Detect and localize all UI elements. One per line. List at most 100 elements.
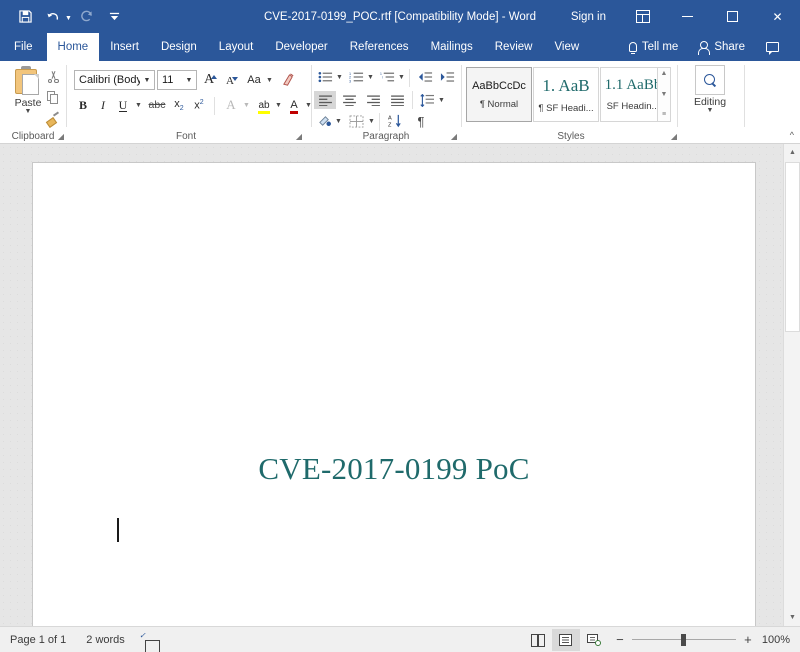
scroll-up-button[interactable]: ▲ (784, 144, 800, 161)
ribbon-display-options-icon[interactable] (620, 0, 665, 33)
paragraph-dialog-launcher[interactable]: ◢ (451, 132, 457, 141)
highlight-button[interactable]: ab (254, 96, 274, 114)
clear-formatting-button[interactable] (278, 70, 298, 90)
tab-layout[interactable]: Layout (208, 33, 265, 61)
tab-references[interactable]: References (339, 33, 420, 61)
view-print-layout-button[interactable] (551, 628, 580, 651)
multilevel-dropdown-icon[interactable]: ▼ (398, 74, 405, 81)
decrease-indent-button[interactable] (416, 69, 434, 85)
save-icon[interactable] (12, 5, 38, 29)
document-canvas[interactable]: CVE-2017-0199 PoC (0, 144, 800, 626)
borders-button[interactable] (347, 113, 365, 129)
tab-mailings[interactable]: Mailings (420, 33, 484, 61)
zoom-slider[interactable] (631, 633, 736, 646)
editing-button[interactable]: Editing ▼ (686, 65, 734, 127)
style-item-heading1[interactable]: 1. AaB ¶ SF Headi... (533, 67, 599, 122)
numbering-button[interactable]: 123 (347, 69, 365, 85)
format-painter-button[interactable] (42, 109, 64, 128)
close-button[interactable]: ✕ (755, 0, 800, 33)
styles-dialog-launcher[interactable]: ◢ (671, 132, 677, 141)
tab-design[interactable]: Design (150, 33, 208, 61)
shading-button[interactable] (315, 113, 333, 129)
scroll-down-button[interactable]: ▼ (784, 609, 800, 626)
borders-dropdown-icon[interactable]: ▼ (368, 118, 375, 125)
font-name-dropdown-icon[interactable]: ▼ (140, 77, 154, 84)
change-case-dropdown-icon[interactable]: ▼ (266, 77, 273, 84)
document-page[interactable]: CVE-2017-0199 PoC (33, 163, 755, 626)
styles-more-icon[interactable]: ≡ (662, 111, 666, 119)
styles-scroll-up-icon[interactable]: ▲ (661, 70, 668, 78)
shading-dropdown-icon[interactable]: ▼ (335, 118, 342, 125)
paste-dropdown-icon[interactable]: ▼ (25, 108, 32, 115)
font-size-input[interactable]: 11 ▼ (157, 70, 197, 90)
styles-gallery-scroll[interactable]: ▲ ▼ ≡ (657, 67, 671, 122)
multilevel-list-button[interactable]: 1i (378, 69, 396, 85)
undo-dropdown-icon[interactable]: ▼ (65, 11, 72, 22)
zoom-slider-thumb[interactable] (680, 633, 686, 646)
share-button[interactable]: Share (688, 41, 755, 55)
editing-dropdown-icon[interactable]: ▼ (707, 107, 714, 114)
font-size-dropdown-icon[interactable]: ▼ (182, 77, 196, 84)
show-formatting-marks-button[interactable]: ¶ (412, 113, 430, 129)
tab-file[interactable]: File (0, 33, 47, 61)
font-dialog-launcher[interactable]: ◢ (296, 132, 302, 141)
tab-home[interactable]: Home (46, 33, 100, 61)
collapse-ribbon-button[interactable]: ^ (790, 130, 794, 140)
vertical-scrollbar[interactable]: ▲ ▼ (783, 144, 800, 626)
borders-icon (349, 114, 363, 128)
word-count[interactable]: 2 words (76, 634, 135, 646)
bullets-button[interactable] (316, 69, 334, 85)
change-case-button[interactable]: Aa (243, 71, 265, 89)
align-left-button[interactable] (314, 91, 336, 109)
increase-indent-button[interactable] (438, 69, 456, 85)
font-color-button[interactable]: A (285, 96, 303, 114)
underline-button[interactable]: U (114, 96, 132, 114)
cut-button[interactable] (42, 67, 64, 86)
sign-in-button[interactable]: Sign in (571, 11, 620, 23)
view-web-layout-button[interactable] (580, 629, 608, 651)
styles-scroll-down-icon[interactable]: ▼ (661, 91, 668, 99)
view-read-mode-button[interactable] (524, 629, 552, 651)
bullets-dropdown-icon[interactable]: ▼ (336, 74, 343, 81)
tab-review[interactable]: Review (484, 33, 544, 61)
undo-icon[interactable] (40, 5, 66, 29)
bold-button[interactable]: B (74, 96, 92, 114)
grow-font-button[interactable]: A (200, 71, 218, 89)
group-label-clipboard: Clipboard (11, 131, 55, 142)
line-spacing-dropdown-icon[interactable]: ▼ (438, 97, 445, 104)
justify-button[interactable] (386, 91, 408, 109)
svg-text:Z: Z (388, 123, 392, 128)
customize-qat-icon[interactable] (102, 5, 128, 29)
ribbon: Paste ▼ Clipboard ◢ Font ◢ Calibri (Body… (0, 61, 800, 144)
page-indicator[interactable]: Page 1 of 1 (0, 634, 76, 646)
italic-button[interactable]: I (94, 96, 112, 114)
scrollbar-thumb[interactable] (785, 162, 800, 332)
align-right-button[interactable] (362, 91, 384, 109)
font-name-input[interactable]: Calibri (Body) ▼ (74, 70, 155, 90)
minimize-button[interactable] (665, 0, 710, 33)
clipboard-dialog-launcher[interactable]: ◢ (58, 132, 64, 141)
shrink-font-button[interactable]: A (221, 72, 239, 90)
divider-paragraph-inner-2 (412, 91, 413, 109)
copy-button[interactable] (42, 88, 64, 107)
comments-button[interactable] (755, 31, 800, 64)
superscript-button[interactable]: x2 (190, 96, 208, 114)
zoom-out-button[interactable]: − (614, 632, 626, 647)
line-spacing-button[interactable] (418, 91, 436, 109)
underline-dropdown-icon[interactable]: ▼ (135, 102, 142, 109)
align-center-button[interactable] (338, 91, 360, 109)
maximize-button[interactable] (710, 0, 755, 33)
subscript-button[interactable]: x2 (170, 96, 188, 114)
zoom-level-label[interactable]: 100% (762, 634, 800, 646)
numbering-dropdown-icon[interactable]: ▼ (367, 74, 374, 81)
zoom-in-button[interactable]: + (742, 632, 754, 647)
strikethrough-button[interactable]: abc (146, 96, 168, 114)
tab-developer[interactable]: Developer (264, 33, 338, 61)
style-item-normal[interactable]: AaBbCcDc ¶ Normal (466, 67, 532, 122)
tab-insert[interactable]: Insert (99, 33, 150, 61)
highlight-dropdown-icon[interactable]: ▼ (275, 102, 282, 109)
sort-button[interactable]: AZ (386, 113, 404, 129)
tell-me-box[interactable]: Tell me (619, 41, 688, 54)
multilevel-list-icon: 1i (380, 72, 394, 82)
tab-view[interactable]: View (543, 33, 590, 61)
